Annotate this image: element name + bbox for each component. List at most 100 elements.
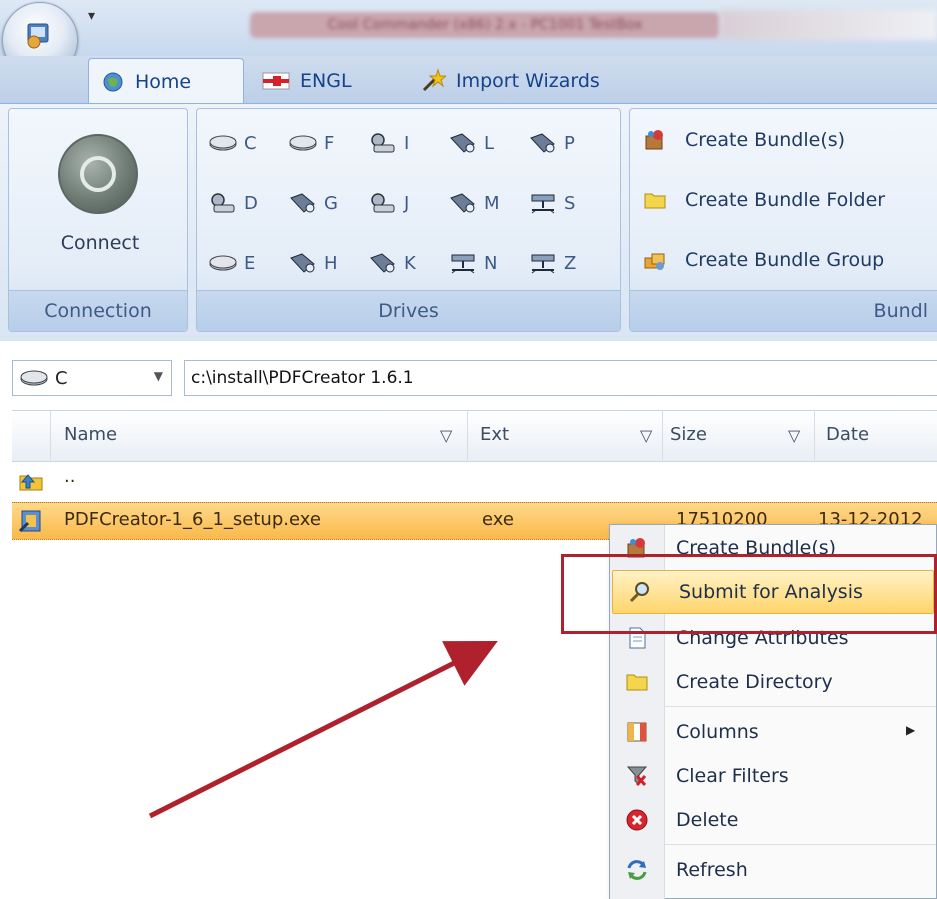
drive-button-e[interactable]: E	[208, 248, 255, 278]
drive-button-h[interactable]: H	[288, 248, 338, 278]
drive-button-n[interactable]: N	[448, 248, 497, 278]
create-bundles-button[interactable]: Create Bundle(s)	[643, 128, 845, 152]
menu-item-label: Refresh	[676, 859, 748, 881]
file-name: PDFCreator-1_6_1_setup.exe	[64, 509, 321, 530]
folder-icon	[626, 674, 648, 691]
drive-button-i[interactable]: I	[368, 128, 409, 158]
column-header-size[interactable]: Size	[670, 410, 707, 460]
menu-item-refresh[interactable]: Refresh	[610, 848, 936, 892]
drive-button-g[interactable]: G	[288, 188, 338, 218]
column-separator	[662, 410, 663, 460]
filter-icon[interactable]: ▽	[440, 426, 452, 445]
tab-label: Import Wizards	[456, 70, 600, 92]
drive-button-k[interactable]: K	[368, 248, 416, 278]
create-bundle-folder-button[interactable]: Create Bundle Folder	[643, 188, 885, 212]
annotation-highlight-box	[561, 554, 937, 634]
quick-access-dropdown[interactable]: ▾	[88, 8, 95, 24]
mapped-drive-icon	[531, 194, 555, 214]
column-separator	[467, 410, 468, 460]
folder-up-icon	[19, 474, 43, 491]
table-row-parent[interactable]: ..	[12, 462, 937, 502]
tab-label: Home	[135, 70, 192, 93]
group-caption: Drives	[197, 290, 620, 331]
filter-icon[interactable]: ▽	[640, 426, 652, 445]
tab-home[interactable]: Home	[88, 58, 244, 104]
column-header-name[interactable]: Name	[64, 410, 117, 460]
path-input[interactable]: c:\install\PDFCreator 1.6.1	[184, 360, 937, 396]
menu-item-label: Columns	[676, 721, 759, 743]
column-header-date[interactable]: Date	[826, 410, 869, 460]
drive-button-c[interactable]: C	[208, 128, 257, 158]
drive-button-m[interactable]: M	[448, 188, 500, 218]
delete-icon	[626, 809, 648, 831]
tab-engl[interactable]: ENGL	[262, 58, 352, 104]
home-globe-icon	[103, 72, 123, 91]
drive-letter: K	[404, 252, 416, 274]
hdd-icon	[209, 255, 237, 271]
network-drive-icon	[211, 193, 235, 213]
menu-item-create-directory[interactable]: Create Directory	[610, 660, 936, 704]
file-name: ..	[64, 466, 76, 487]
drive-button-f[interactable]: F	[288, 128, 334, 158]
drive-selector-value: C	[55, 367, 68, 389]
folder-icon	[644, 193, 666, 209]
column-header-ext[interactable]: Ext	[480, 410, 509, 460]
drive-letter: M	[484, 192, 500, 214]
power-icon	[80, 156, 116, 192]
removable-drive-icon	[450, 193, 475, 213]
menu-item-label: Create Directory	[676, 671, 833, 693]
drive-letter: I	[404, 132, 410, 154]
chevron-down-icon[interactable]: ▼	[154, 369, 163, 383]
drive-letter: D	[244, 192, 258, 214]
tab-label: ENGL	[300, 70, 352, 92]
menu-item-clear-filters[interactable]: Clear Filters	[610, 754, 936, 798]
wand-icon	[422, 68, 446, 92]
button-label: Create Bundle Folder	[685, 189, 886, 211]
drive-letter: E	[244, 252, 256, 274]
tab-import-wizards[interactable]: Import Wizards	[420, 58, 600, 104]
column-separator	[814, 410, 815, 460]
drive-letter: S	[564, 192, 576, 214]
drive-letter: C	[244, 132, 257, 154]
title-bar-controls	[720, 10, 937, 40]
app-logo-icon	[27, 23, 49, 49]
submenu-arrow-icon: ▶	[906, 723, 916, 737]
clear-filter-icon	[626, 766, 648, 786]
drive-letter: L	[484, 132, 495, 154]
menu-item-columns[interactable]: Columns	[610, 710, 936, 754]
drive-button-d[interactable]: D	[208, 188, 258, 218]
bundle-icon	[645, 130, 663, 150]
menu-item-delete[interactable]: Delete	[610, 798, 936, 842]
menu-item-label: Clear Filters	[676, 765, 789, 787]
hdd-icon	[20, 370, 48, 386]
menu-separator	[664, 706, 936, 707]
columns-icon	[627, 722, 647, 742]
button-label: Create Bundle Group	[685, 249, 885, 271]
drive-button-p[interactable]: P	[528, 128, 575, 158]
drive-button-l[interactable]: L	[448, 128, 494, 158]
removable-drive-icon	[530, 133, 555, 153]
removable-drive-icon	[370, 253, 395, 273]
drive-letter: N	[484, 252, 498, 274]
network-drive-icon	[371, 133, 395, 153]
installer-exe-icon	[18, 510, 41, 533]
engl-flag-icon	[262, 72, 290, 90]
removable-drive-icon	[450, 133, 475, 153]
drive-letter: F	[324, 132, 335, 154]
mapped-drive-icon	[451, 254, 475, 274]
file-ext: exe	[482, 509, 514, 530]
group-caption: Bundl	[630, 290, 937, 331]
filter-icon[interactable]: ▽	[788, 426, 800, 445]
create-bundle-group-button[interactable]: Create Bundle Group	[643, 248, 884, 272]
group-caption: Connection	[9, 290, 187, 331]
drive-selector[interactable]: C ▼	[12, 360, 172, 396]
button-label: Create Bundle(s)	[685, 129, 846, 151]
drive-button-z[interactable]: Z	[528, 248, 576, 278]
menu-item-label: Delete	[676, 809, 739, 831]
network-drive-icon	[371, 193, 395, 213]
drive-button-s[interactable]: S	[528, 188, 575, 218]
drive-letter: P	[564, 132, 575, 154]
bundle-group-icon	[644, 253, 665, 270]
drive-button-j[interactable]: J	[368, 188, 409, 218]
refresh-icon	[627, 860, 647, 880]
